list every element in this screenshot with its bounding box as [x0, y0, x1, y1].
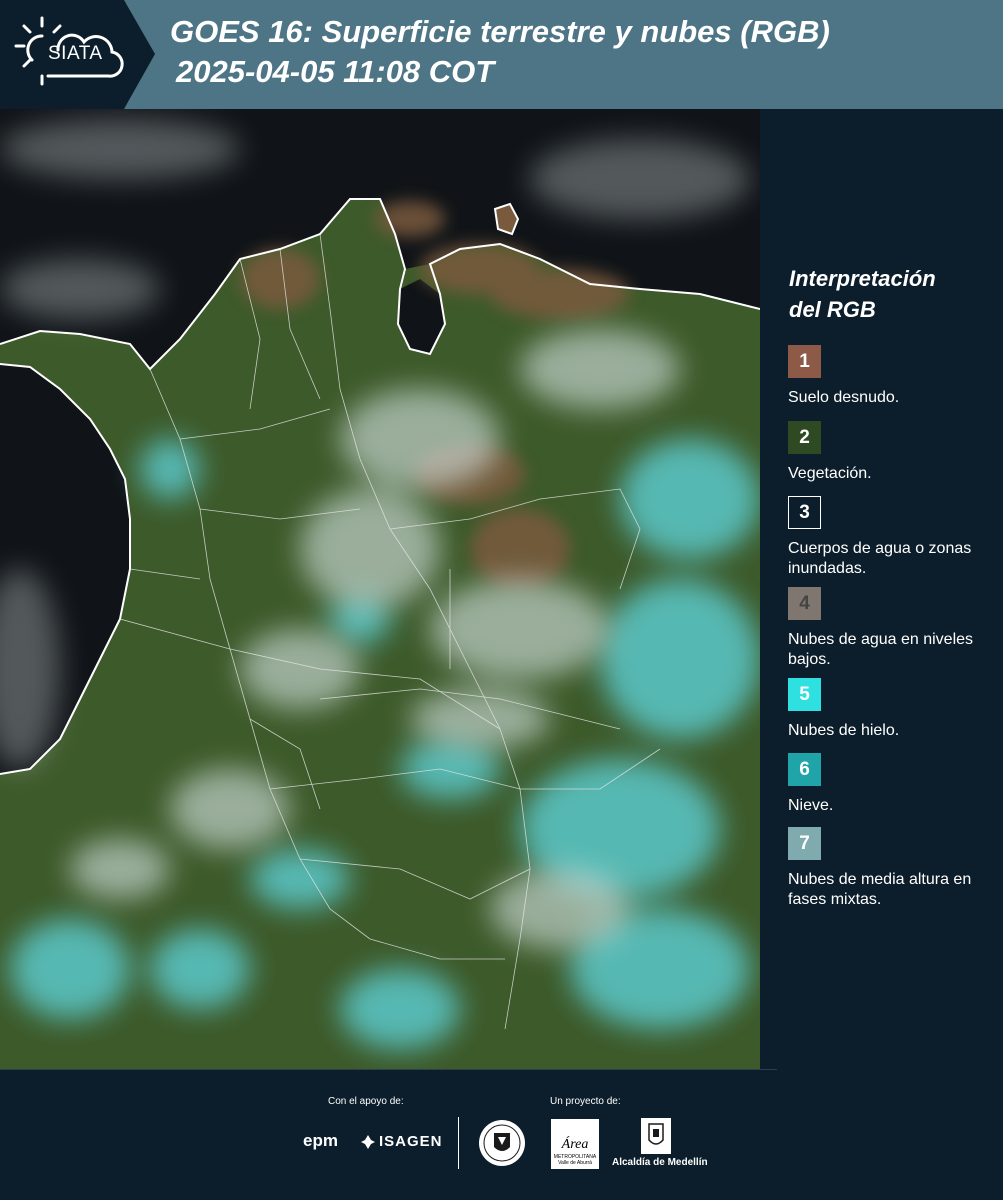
logo-text: SIATA: [48, 43, 103, 64]
legend-item: 6 Nieve.: [788, 753, 998, 816]
satellite-map: [0, 109, 760, 1069]
isagen-logo: ISAGEN: [379, 1133, 443, 1150]
legend-swatch: 2: [788, 421, 821, 454]
legend-item: 3 Cuerpos de agua o zonas inundadas.: [788, 496, 998, 579]
legend-title-line2: del RGB: [789, 297, 876, 322]
legend-swatch: 1: [788, 345, 821, 378]
legend-label: Vegetación.: [788, 465, 872, 482]
legend-item: 4 Nubes de agua en niveles bajos.: [788, 587, 998, 670]
header: SIATA GOES 16: Superficie terrestre y nu…: [0, 0, 1003, 109]
alcaldia-shield-icon: [641, 1118, 671, 1154]
alcaldia-text: Alcaldía de Medellín: [612, 1157, 708, 1168]
footer-divider: [0, 1069, 777, 1070]
area-logo-sub: METROPOLITANA Valle de Aburrá: [553, 1154, 597, 1166]
legend-title-line1: Interpretación: [789, 266, 936, 291]
siata-logo: SIATA: [0, 0, 155, 109]
legend-label: Cuerpos de agua o zonas inundadas.: [788, 540, 972, 577]
legend-item: 7 Nubes de media altura en fases mixtas.: [788, 827, 998, 910]
legend-label: Nubes de agua en niveles bajos.: [788, 631, 974, 668]
legend-label: Suelo desnudo.: [788, 389, 900, 406]
medellin-seal-icon: [479, 1120, 525, 1166]
legend-swatch: 5: [788, 678, 821, 711]
legend-panel: Interpretación del RGB 1 Suelo desnudo. …: [760, 109, 1003, 1069]
area-logo-text: Área: [561, 1137, 589, 1152]
support-label: Con el apoyo de:: [328, 1096, 404, 1107]
satellite-image: [0, 109, 760, 1069]
epm-logo: epm: [303, 1131, 338, 1150]
legend-title: Interpretación del RGB: [789, 263, 999, 325]
legend-item: 5 Nubes de hielo.: [788, 678, 998, 741]
legend-swatch: 6: [788, 753, 821, 786]
legend-item: 2 Vegetación.: [788, 421, 998, 484]
page-title: GOES 16: Superficie terrestre y nubes (R…: [170, 14, 830, 49]
legend-swatch: 4: [788, 587, 821, 620]
project-label: Un proyecto de:: [550, 1096, 621, 1107]
legend-label: Nubes de media altura en fases mixtas.: [788, 871, 972, 908]
legend-label: Nieve.: [788, 797, 834, 814]
footer: Con el apoyo de: Un proyecto de: epm ISA…: [0, 1069, 1003, 1200]
isagen-mark-icon: [361, 1135, 375, 1149]
page-timestamp: 2025-04-05 11:08 COT: [176, 54, 495, 89]
logo-divider: [458, 1117, 459, 1169]
legend-label: Nubes de hielo.: [788, 722, 900, 739]
legend-swatch: 7: [788, 827, 821, 860]
legend-item: 1 Suelo desnudo.: [788, 345, 998, 408]
legend-swatch: 3: [788, 496, 821, 529]
area-metropolitana-logo: Área METROPOLITANA Valle de Aburrá: [551, 1119, 599, 1169]
